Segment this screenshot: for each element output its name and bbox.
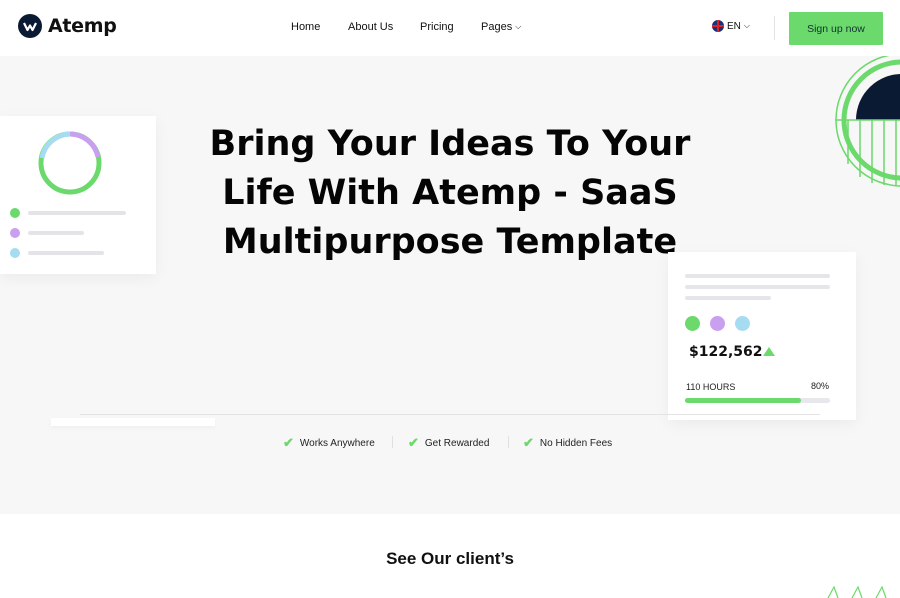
green-dot-icon: [685, 316, 700, 331]
legend-bar: [28, 231, 84, 235]
check-icon: ✔: [408, 435, 419, 450]
legend-row-blue: [10, 248, 104, 258]
legend-row-purple: [10, 228, 84, 238]
clients-section-title: See Our client’s: [386, 549, 514, 568]
placeholder-line: [685, 274, 830, 278]
feature-divider: [508, 436, 509, 448]
revenue-stats-card: $122,562 110 HOURS 80%: [668, 252, 856, 420]
placeholder-line: [685, 296, 771, 300]
decorative-triangles-graphic: [827, 586, 887, 598]
uk-flag-icon: [712, 20, 724, 32]
hero-section: Bring Your Ideas To Your Life With Atemp…: [0, 56, 900, 514]
hours-progress-bar: [685, 398, 830, 403]
hero-divider: [80, 414, 820, 415]
logo[interactable]: Atemp: [18, 14, 117, 38]
hero-title: Bring Your Ideas To Your Life With Atemp…: [209, 124, 691, 262]
language-label: EN: [727, 20, 741, 32]
purple-dot-icon: [710, 316, 725, 331]
legend-row-green: [10, 208, 126, 218]
feature-item: ✔ Get Rewarded: [408, 435, 489, 451]
legend-bar: [28, 251, 104, 255]
feature-label: Get Rewarded: [424, 437, 490, 449]
decorative-card-edge: [51, 418, 215, 426]
hours-label: 110 HOURS: [686, 382, 736, 392]
chevron-down-icon: ⌵: [515, 22, 522, 31]
sign-up-button[interactable]: Sign up now: [789, 12, 883, 45]
placeholder-line: [685, 285, 830, 289]
green-dot-icon: [10, 208, 20, 218]
feature-label: Works Anywhere: [299, 437, 375, 449]
nav-pricing[interactable]: Pricing: [420, 21, 454, 33]
nav-pages[interactable]: Pages ⌵: [481, 21, 521, 33]
feature-item: ✔ Works Anywhere: [283, 435, 375, 451]
donut-chart-icon: [38, 131, 102, 195]
nav-home[interactable]: Home: [291, 21, 320, 33]
header-divider: [774, 16, 775, 40]
feature-label: No Hidden Fees: [539, 437, 613, 449]
donut-stats-card: [0, 116, 156, 274]
purple-dot-icon: [10, 228, 20, 238]
nav-pages-label: Pages: [481, 21, 513, 33]
arrow-up-icon: [763, 347, 775, 356]
chevron-down-icon: ⌵: [743, 21, 750, 30]
language-selector[interactable]: EN ⌵: [712, 20, 750, 32]
decorative-circle-graphic: [835, 56, 900, 187]
revenue-amount: $122,562: [689, 344, 763, 360]
nav-about-us[interactable]: About Us: [348, 21, 393, 33]
check-icon: ✔: [283, 435, 294, 450]
feature-divider: [392, 436, 393, 448]
percent-label: 80%: [810, 381, 829, 391]
site-header: Atemp Home About Us Pricing Pages ⌵ EN ⌵…: [0, 0, 900, 56]
legend-bar: [28, 211, 126, 215]
logo-icon: [18, 14, 42, 38]
blue-dot-icon: [10, 248, 20, 258]
check-icon: ✔: [523, 435, 534, 450]
progress-fill: [685, 398, 801, 403]
logo-text: Atemp: [48, 15, 117, 37]
blue-dot-icon: [735, 316, 750, 331]
feature-item: ✔ No Hidden Fees: [523, 435, 612, 451]
